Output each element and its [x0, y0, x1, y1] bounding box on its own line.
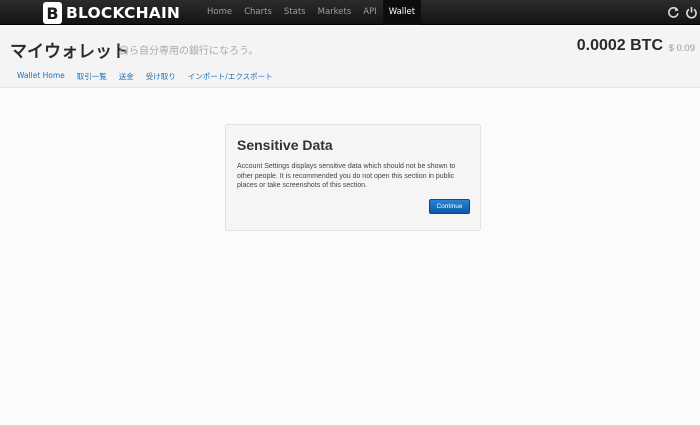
refresh-icon[interactable]	[667, 6, 680, 19]
top-navbar: B BLOCKCHAIN Home Charts Stats Markets A…	[0, 0, 700, 25]
subnav-wallet-home[interactable]: Wallet Home	[11, 71, 71, 82]
power-icon[interactable]	[685, 6, 698, 19]
nav-item-api[interactable]: API	[357, 0, 382, 25]
continue-button[interactable]: Continue	[429, 199, 470, 214]
subnav-import-export[interactable]: インポート/エクスポート	[182, 71, 279, 82]
dialog-message: Account Settings displays sensitive data…	[237, 163, 456, 189]
dialog-title: Sensitive Data	[237, 137, 333, 153]
main-nav: Home Charts Stats Markets API Wallet	[201, 0, 422, 25]
subnav-receive[interactable]: 受け取り	[140, 71, 182, 82]
wallet-header: マイウォレット 自ら自分専用の銀行になろう。 0.0002 BTC $ 0.09…	[0, 26, 700, 88]
balance-btc[interactable]: 0.0002 BTC	[577, 37, 663, 55]
brand-name: BLOCKCHAIN	[66, 4, 181, 22]
svg-text:B: B	[46, 4, 58, 23]
page-subtitle: 自ら自分専用の銀行になろう。	[119, 46, 259, 57]
blockchain-logo-icon: B	[43, 2, 62, 24]
nav-item-markets[interactable]: Markets	[312, 0, 358, 25]
subnav-transactions[interactable]: 取引一覧	[71, 71, 113, 82]
nav-item-charts[interactable]: Charts	[238, 0, 278, 25]
nav-item-wallet[interactable]: Wallet	[382, 0, 422, 25]
subnav-send[interactable]: 送金	[113, 71, 140, 82]
blockchain-logo[interactable]: B BLOCKCHAIN	[43, 2, 180, 24]
nav-item-home[interactable]: Home	[201, 0, 238, 25]
sensitive-data-dialog: Sensitive Data Account Settings displays…	[225, 124, 481, 231]
balance-usd[interactable]: $ 0.09	[669, 43, 695, 54]
nav-item-stats[interactable]: Stats	[278, 0, 312, 25]
wallet-subnav: Wallet Home 取引一覧 送金 受け取り インポート/エクスポート	[11, 71, 279, 82]
page-title: マイウォレット	[10, 42, 129, 62]
